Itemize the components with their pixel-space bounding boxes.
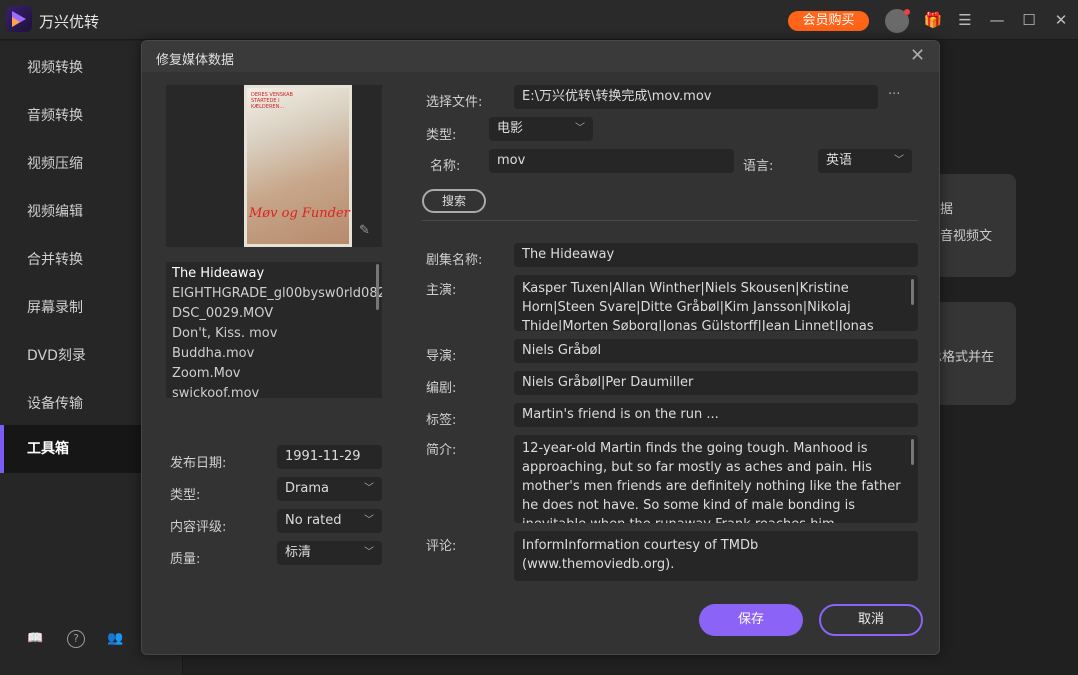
name-label: 名称:	[430, 159, 461, 174]
chevron-down-icon: ﹀	[894, 155, 904, 166]
search-results-list: The Hideaway EIGHTHGRADE_gl00bysw0rld082…	[166, 262, 382, 398]
rating-select[interactable]: No rated ﹀	[277, 509, 382, 533]
close-icon[interactable]: ✕	[1051, 10, 1071, 30]
search-button[interactable]: 搜索	[422, 189, 486, 213]
title-label: 剧集名称:	[426, 253, 483, 268]
chevron-down-icon: ﹀	[575, 123, 585, 134]
dialog-header: 修复媒体数据 ✕	[142, 41, 939, 72]
help-icon[interactable]: ?	[67, 630, 85, 648]
users-icon[interactable]: 👥	[107, 631, 125, 649]
list-item[interactable]: Zoom.Mov	[172, 364, 376, 384]
save-button[interactable]: 保存	[699, 604, 803, 636]
title-bar: 万兴优转 会员购买 🎁 ☰ — ☐ ✕	[0, 0, 1078, 40]
summary-textarea[interactable]: 12-year-old Martin finds the going tough…	[514, 435, 918, 523]
release-date-label: 发布日期:	[170, 456, 227, 471]
language-label: 语言:	[743, 159, 774, 174]
repair-media-dialog: 修复媒体数据 ✕ DERES VENSKAB STARTEDE I KÆLDER…	[141, 40, 940, 655]
list-item[interactable]: Don't, Kiss. mov	[172, 324, 376, 344]
maximize-icon[interactable]: ☐	[1019, 10, 1039, 30]
poster-title: Møv og Funder	[249, 206, 350, 221]
tag-label: 标签:	[426, 413, 457, 428]
list-item[interactable]: Buddha.mov	[172, 344, 376, 364]
type-select[interactable]: 电影 ﹀	[489, 117, 593, 141]
cast-label: 主演:	[426, 283, 457, 298]
list-item[interactable]: DSC_0029.MOV	[172, 304, 376, 324]
list-item[interactable]: EIGHTHGRADE_gl00bysw0rld082	[172, 284, 382, 304]
chevron-down-icon: ﹀	[364, 515, 374, 526]
app-title: 万兴优转	[39, 13, 100, 31]
file-label: 选择文件:	[426, 95, 483, 110]
browse-button[interactable]: ···	[888, 87, 900, 102]
user-avatar[interactable]	[885, 9, 910, 33]
writer-label: 编剧:	[426, 381, 457, 396]
language-select[interactable]: 英语 ﹀	[818, 149, 912, 173]
list-scrollbar[interactable]	[376, 264, 379, 310]
card-text: R格式并在	[933, 350, 995, 365]
release-date-input[interactable]: 1991-11-29	[277, 445, 382, 469]
dialog-title: 修复媒体数据	[156, 53, 235, 68]
poster-area: DERES VENSKAB STARTEDE I KÆLDEREN... Møv…	[166, 85, 382, 247]
edit-poster-icon[interactable]: ✎	[359, 223, 370, 238]
cast-value: Kasper Tuxen|Allan Winther|Niels Skousen…	[522, 281, 874, 331]
comment-label: 评论:	[426, 539, 457, 554]
file-path-input[interactable]: E:\万兴优转\转换完成\mov.mov	[514, 85, 878, 109]
cancel-button[interactable]: 取消	[819, 604, 923, 636]
card-text: 音视频文	[940, 229, 993, 244]
writer-input[interactable]: Niels Gråbøl|Per Daumiller	[514, 371, 918, 395]
chevron-down-icon: ﹀	[364, 483, 374, 494]
tag-input[interactable]: Martin's friend is on the run ...	[514, 403, 918, 427]
divider	[422, 220, 918, 221]
genre-select[interactable]: Drama ﹀	[277, 477, 382, 501]
type-label: 类型:	[426, 128, 457, 143]
cast-scrollbar[interactable]	[911, 279, 914, 305]
summary-value: 12-year-old Martin finds the going tough…	[522, 441, 901, 523]
rating-value: No rated	[285, 513, 342, 528]
director-input[interactable]: Niels Gråbøl	[514, 339, 918, 363]
name-input[interactable]: mov	[489, 149, 734, 173]
summary-label: 简介:	[426, 443, 457, 458]
list-item[interactable]: The Hideaway	[172, 264, 376, 284]
app-logo	[6, 6, 32, 32]
comment-textarea[interactable]: InformInformation courtesy of TMDb (www.…	[514, 531, 918, 581]
genre-value: Drama	[285, 481, 329, 496]
genre-label: 类型:	[170, 488, 201, 503]
comment-value: InformInformation courtesy of TMDb (www.…	[522, 538, 759, 572]
quality-select[interactable]: 标清 ﹀	[277, 541, 382, 565]
type-value: 电影	[497, 121, 524, 136]
minimize-icon[interactable]: —	[987, 10, 1007, 30]
chevron-down-icon: ﹀	[364, 547, 374, 558]
quality-label: 质量:	[170, 552, 201, 567]
director-label: 导演:	[426, 349, 457, 364]
dialog-close-icon[interactable]: ✕	[910, 45, 925, 66]
menu-icon[interactable]: ☰	[955, 10, 975, 30]
summary-scrollbar[interactable]	[911, 439, 914, 465]
poster-image: DERES VENSKAB STARTEDE I KÆLDEREN... Møv…	[244, 85, 352, 247]
cast-textarea[interactable]: Kasper Tuxen|Allan Winther|Niels Skousen…	[514, 275, 918, 331]
quality-value: 标清	[285, 545, 312, 560]
gift-icon[interactable]: 🎁	[923, 10, 943, 30]
book-icon[interactable]: 📖	[27, 631, 45, 649]
rating-label: 内容评级:	[170, 520, 227, 535]
notification-dot	[904, 9, 910, 15]
language-value: 英语	[826, 153, 853, 168]
list-item[interactable]: swickoof.mov	[172, 384, 376, 398]
card-text: 据	[940, 202, 954, 217]
title-input[interactable]: The Hideaway	[514, 243, 918, 267]
vip-purchase-button[interactable]: 会员购买	[788, 11, 869, 31]
